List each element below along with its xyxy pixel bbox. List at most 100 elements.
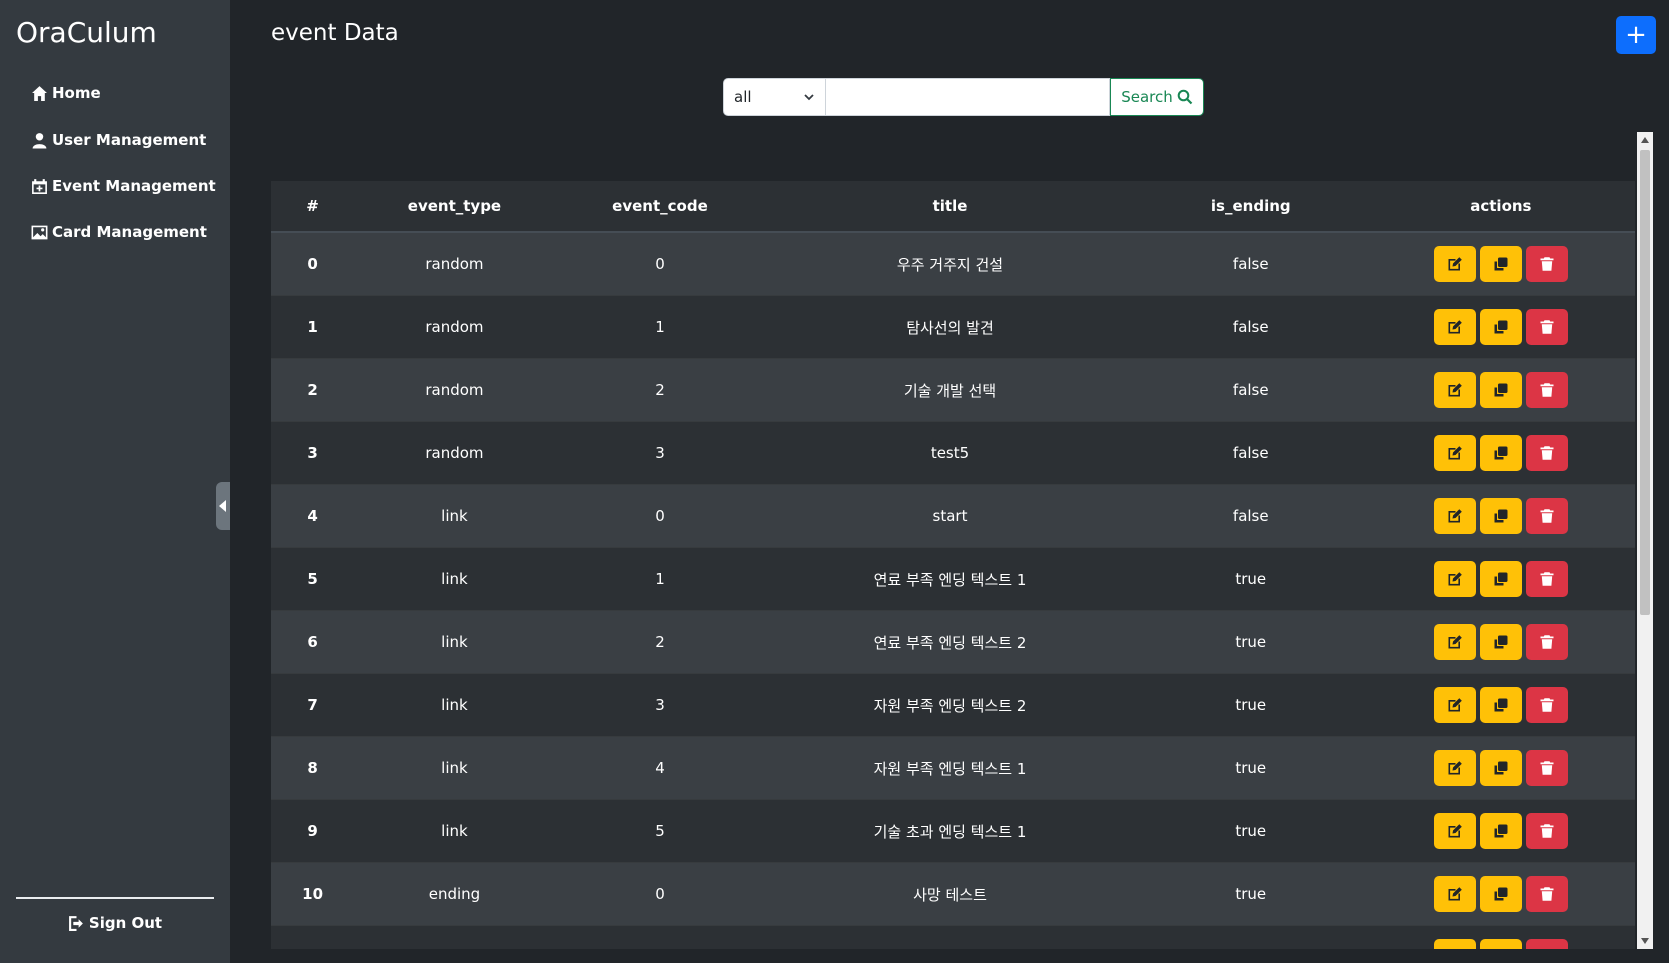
duplicate-button[interactable] [1479, 813, 1522, 849]
edit-button[interactable] [1433, 435, 1476, 471]
edit-button[interactable] [1433, 309, 1476, 345]
duplicate-button[interactable] [1479, 435, 1522, 471]
cell-actions [1366, 610, 1635, 674]
delete-button[interactable] [1525, 876, 1568, 912]
delete-button[interactable] [1525, 624, 1568, 660]
add-event-button[interactable]: + [1616, 16, 1656, 54]
column-header-is-ending[interactable]: is_ending [1134, 181, 1367, 233]
edit-button[interactable] [1433, 876, 1476, 912]
delete-button[interactable] [1525, 939, 1568, 949]
cell-event-code: 3 [554, 421, 766, 485]
table-row[interactable]: 6 link 2 연료 부족 엔딩 텍스트 2 true [271, 610, 1635, 674]
duplicate-button[interactable] [1479, 624, 1522, 660]
duplicate-button[interactable] [1479, 372, 1522, 408]
table-row[interactable]: 5 link 1 연료 부족 엔딩 텍스트 1 true [271, 547, 1635, 611]
search-button[interactable]: Search [1110, 78, 1204, 116]
cell-is-ending: false [1134, 231, 1367, 296]
duplicate-button[interactable] [1479, 561, 1522, 597]
table-row[interactable]: 1 random 1 탐사선의 발견 false [271, 295, 1635, 359]
cell-title: 연료 부족 엔딩 텍스트 1 [765, 547, 1135, 611]
table-row[interactable]: 9 link 5 기술 초과 엔딩 텍스트 1 true [271, 799, 1635, 863]
edit-button[interactable] [1433, 624, 1476, 660]
delete-button[interactable] [1525, 687, 1568, 723]
column-header-index[interactable]: # [271, 181, 355, 233]
column-header-event-code[interactable]: event_code [554, 181, 766, 233]
column-header-title[interactable]: title [765, 181, 1135, 233]
cell-event-type: link [354, 673, 555, 737]
duplicate-button[interactable] [1479, 309, 1522, 345]
cell-is-ending: false [1134, 358, 1367, 422]
table-row[interactable]: 8 link 4 자원 부족 엔딩 텍스트 1 true [271, 736, 1635, 800]
table-row[interactable]: 3 random 3 test5 false [271, 421, 1635, 485]
duplicate-button[interactable] [1479, 687, 1522, 723]
scroll-up-arrow[interactable] [1641, 137, 1649, 143]
column-header-actions: actions [1366, 181, 1635, 233]
duplicate-button[interactable] [1479, 876, 1522, 912]
signout-button[interactable]: Sign Out [0, 914, 230, 932]
search-input[interactable] [826, 78, 1110, 116]
cell-event-code: 2 [554, 610, 766, 674]
sign-out-icon [68, 915, 83, 931]
trash-icon [1539, 571, 1555, 587]
cell-event-code: 1 [554, 295, 766, 359]
delete-button[interactable] [1525, 372, 1568, 408]
duplicate-button[interactable] [1479, 750, 1522, 786]
cell-event-type: random [354, 358, 555, 422]
delete-button[interactable] [1525, 750, 1568, 786]
sidebar-item-label: User Management [52, 131, 207, 149]
column-header-event-type[interactable]: event_type [354, 181, 555, 233]
table-row[interactable]: 10 ending 0 사망 테스트 true [271, 862, 1635, 926]
copy-icon [1493, 886, 1509, 902]
scroll-down-arrow[interactable] [1641, 938, 1649, 944]
sidebar-item-label: Home [52, 84, 101, 102]
cell-event-type: link [354, 547, 555, 611]
table-scrollbar[interactable] [1637, 132, 1653, 949]
table-row[interactable]: 4 link 0 start false [271, 484, 1635, 548]
cell-is-ending: true [1134, 799, 1367, 863]
edit-button[interactable] [1433, 246, 1476, 282]
sidebar-item-card-management[interactable]: Card Management [31, 223, 207, 241]
edit-button[interactable] [1433, 750, 1476, 786]
delete-button[interactable] [1525, 309, 1568, 345]
delete-button[interactable] [1525, 246, 1568, 282]
cell-index: 9 [271, 799, 355, 863]
row-actions [1367, 939, 1635, 949]
cell-actions [1366, 231, 1635, 296]
brand-logo[interactable]: OraCulum [16, 16, 157, 49]
table-row[interactable]: 0 random 0 우주 거주지 건설 false [271, 231, 1635, 296]
cell-is-ending: true [1134, 547, 1367, 611]
delete-button[interactable] [1525, 498, 1568, 534]
table-row[interactable]: 7 link 3 자원 부족 엔딩 텍스트 2 true [271, 673, 1635, 737]
edit-button[interactable] [1433, 687, 1476, 723]
duplicate-button[interactable] [1479, 939, 1522, 949]
edit-icon [1447, 697, 1463, 713]
cell-event-code: 2 [554, 358, 766, 422]
cell-event-type: link [354, 736, 555, 800]
delete-button[interactable] [1525, 435, 1568, 471]
edit-button[interactable] [1433, 939, 1476, 949]
cell-index: 4 [271, 484, 355, 548]
chevron-down-icon [804, 94, 814, 101]
edit-button[interactable] [1433, 813, 1476, 849]
sidebar-item-user-management[interactable]: User Management [31, 131, 206, 149]
sidebar-item-event-management[interactable]: Event Management [31, 177, 216, 195]
delete-button[interactable] [1525, 813, 1568, 849]
duplicate-button[interactable] [1479, 246, 1522, 282]
table-row[interactable]: 2 random 2 기술 개발 선택 false [271, 358, 1635, 422]
page-title: event Data [271, 20, 399, 46]
edit-button[interactable] [1433, 561, 1476, 597]
duplicate-button[interactable] [1479, 498, 1522, 534]
sidebar-collapse-toggle[interactable] [216, 482, 230, 530]
cell-is-ending [1134, 925, 1367, 949]
edit-button[interactable] [1433, 498, 1476, 534]
sidebar-item-home[interactable]: Home [31, 84, 101, 102]
table-row[interactable] [271, 925, 1635, 949]
scrollbar-thumb[interactable] [1640, 150, 1650, 615]
search-filter-select[interactable]: all [723, 78, 826, 116]
delete-button[interactable] [1525, 561, 1568, 597]
edit-button[interactable] [1433, 372, 1476, 408]
cell-event-code: 0 [554, 862, 766, 926]
trash-icon [1539, 634, 1555, 650]
user-icon [32, 132, 47, 148]
cell-event-code: 3 [554, 673, 766, 737]
